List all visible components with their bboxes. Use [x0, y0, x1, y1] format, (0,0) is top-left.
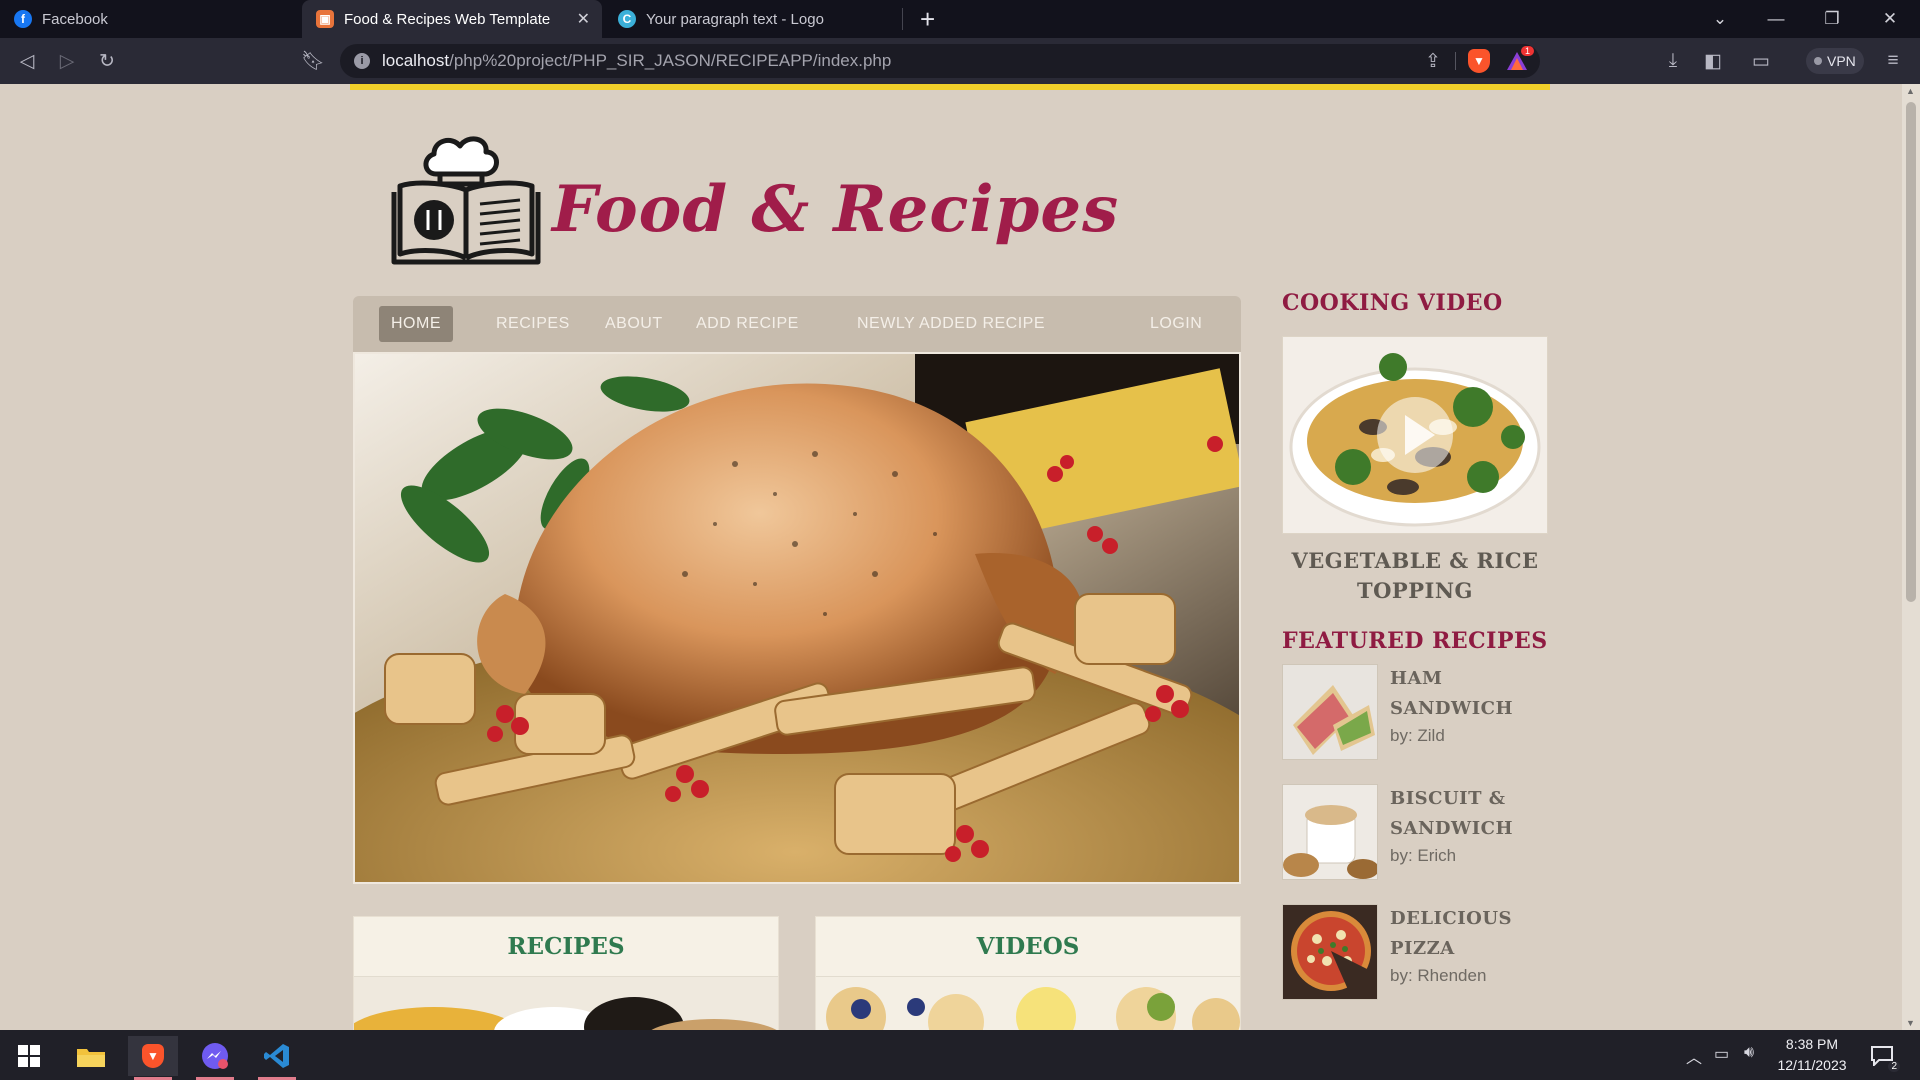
- biscuit-sandwich-image[interactable]: [1282, 784, 1378, 880]
- videos-card-title[interactable]: VIDEOS: [816, 917, 1240, 977]
- ham-sandwich-image[interactable]: [1282, 664, 1378, 760]
- main-nav: HOME RECIPES ABOUT ADD RECIPE NEWLY ADDE…: [353, 296, 1241, 352]
- scrollbar-thumb[interactable]: [1906, 102, 1916, 602]
- clock-date: 12/11/2023: [1777, 1057, 1847, 1073]
- tab-food-recipes[interactable]: ▣ Food & Recipes Web Template ✕: [302, 0, 602, 38]
- brave-shields-icon[interactable]: ▼: [1468, 49, 1490, 73]
- reload-icon[interactable]: ↻: [94, 48, 120, 74]
- notification-center-icon[interactable]: 2: [1862, 1036, 1902, 1076]
- new-tab-icon[interactable]: +: [920, 4, 935, 35]
- windows-taskbar: ▼ ︿ ▭ 🔊︎ 8:38 PM 12/11/2023 2: [0, 1030, 1920, 1080]
- featured-recipe-name[interactable]: DELICIOUS PIZZA: [1390, 904, 1550, 964]
- recipes-card[interactable]: RECIPES: [346, 916, 779, 1030]
- brave-rewards-icon[interactable]: 1: [1506, 46, 1534, 72]
- vpn-status-icon: [1814, 57, 1822, 65]
- close-tab-icon[interactable]: ✕: [577, 9, 590, 29]
- urlbar-divider: [1455, 52, 1456, 70]
- brave-lion-icon: ▼: [142, 1044, 164, 1068]
- hero-roast-turkey-image: [353, 352, 1241, 884]
- recipes-card-title[interactable]: RECIPES: [354, 917, 778, 977]
- nav-about[interactable]: ABOUT: [593, 306, 675, 342]
- windows-start-icon[interactable]: [4, 1036, 54, 1076]
- featured-recipe-author: by: Rhenden: [1390, 966, 1487, 985]
- nav-add-recipe[interactable]: ADD RECIPE: [684, 306, 811, 342]
- url-host: localhost: [382, 51, 450, 70]
- nav-home[interactable]: HOME: [379, 306, 453, 342]
- chef-book-logo-icon[interactable]: [388, 128, 548, 268]
- recipes-card-image: [346, 977, 778, 1030]
- facebook-icon: f: [14, 10, 32, 28]
- address-bar[interactable]: i localhost/php%20project/PHP_SIR_JASON/…: [340, 44, 1540, 78]
- browser-tab-bar: f Facebook ▣ Food & Recipes Web Template…: [0, 0, 1920, 38]
- videos-card[interactable]: VIDEOS: [815, 916, 1241, 1030]
- nav-login[interactable]: LOGIN: [1138, 306, 1214, 342]
- featured-recipe-item[interactable]: BISCUIT & SANDWICH by: Erich: [1282, 784, 1552, 884]
- scroll-down-icon[interactable]: ▼: [1906, 1018, 1915, 1028]
- cooking-video-title[interactable]: VEGETABLE & RICE TOPPING: [1282, 546, 1548, 606]
- tab-canva-logo[interactable]: C Your paragraph text - Logo: [604, 0, 904, 38]
- notification-count: 2: [1888, 1061, 1900, 1072]
- minimize-icon[interactable]: —: [1748, 0, 1804, 38]
- file-explorer-icon[interactable]: [66, 1036, 116, 1076]
- rewards-badge: 1: [1520, 46, 1534, 56]
- top-accent-strip: [350, 84, 1550, 90]
- delicious-pizza-image[interactable]: [1282, 904, 1378, 1000]
- downloads-icon[interactable]: ⤓: [1660, 48, 1686, 74]
- featured-recipe-name[interactable]: BISCUIT & SANDWICH: [1390, 784, 1550, 844]
- page-viewport: Food & Recipes HOME RECIPES ABOUT ADD RE…: [0, 84, 1920, 1030]
- system-clock[interactable]: 8:38 PM 12/11/2023: [1772, 1034, 1852, 1076]
- tab-label: Food & Recipes Web Template: [344, 10, 551, 28]
- battery-icon[interactable]: ▭: [1714, 1044, 1729, 1064]
- scroll-up-icon[interactable]: ▲: [1906, 86, 1915, 96]
- cooking-video-thumbnail[interactable]: [1282, 336, 1548, 534]
- sidebar-toggle-icon[interactable]: ◧: [1700, 48, 1726, 74]
- bookmark-icon[interactable]: 🔖︎: [300, 48, 326, 74]
- page-scrollbar[interactable]: ▲ ▼: [1902, 84, 1920, 1030]
- featured-recipe-author: by: Zild: [1390, 726, 1445, 745]
- browser-toolbar: ◁ ▷ ↻ 🔖︎ i localhost/php%20project/PHP_S…: [0, 38, 1920, 84]
- template-icon: ▣: [316, 10, 334, 28]
- menu-icon[interactable]: ≡: [1880, 48, 1906, 74]
- tab-divider: [902, 8, 903, 30]
- share-icon[interactable]: ⇪: [1420, 48, 1446, 74]
- site-info-icon[interactable]: i: [354, 53, 370, 69]
- featured-recipes-heading: FEATURED RECIPES: [1282, 628, 1548, 654]
- forward-icon[interactable]: ▷: [54, 48, 80, 74]
- tab-label: Facebook: [42, 10, 108, 28]
- featured-recipe-author: by: Erich: [1390, 846, 1457, 865]
- address-url: localhost/php%20project/PHP_SIR_JASON/RE…: [382, 51, 891, 71]
- nav-recipes[interactable]: RECIPES: [484, 306, 582, 342]
- tab-label: Your paragraph text - Logo: [646, 10, 824, 28]
- messenger-icon[interactable]: [190, 1036, 240, 1080]
- restore-icon[interactable]: ❐: [1804, 0, 1860, 38]
- tab-facebook[interactable]: f Facebook: [0, 0, 300, 38]
- featured-recipe-item[interactable]: HAM SANDWICH by: Zild: [1282, 664, 1552, 764]
- url-path: /php%20project/PHP_SIR_JASON/RECIPEAPP/i…: [449, 51, 892, 70]
- brand-title[interactable]: Food & Recipes: [552, 172, 1119, 247]
- featured-recipe-item[interactable]: DELICIOUS PIZZA by: Rhenden: [1282, 904, 1552, 1004]
- nav-newly-added-recipe[interactable]: NEWLY ADDED RECIPE: [845, 306, 1057, 342]
- show-hidden-icons-icon[interactable]: ︿: [1686, 1044, 1702, 1068]
- videos-card-image: [816, 977, 1240, 1030]
- tab-search-chevron-icon[interactable]: ⌄: [1692, 0, 1748, 38]
- volume-icon[interactable]: 🔊︎: [1744, 1044, 1754, 1062]
- featured-recipe-name[interactable]: HAM SANDWICH: [1390, 664, 1550, 724]
- vpn-label: VPN: [1827, 53, 1856, 69]
- vpn-button[interactable]: VPN: [1806, 48, 1864, 74]
- close-window-icon[interactable]: ✕: [1862, 0, 1918, 38]
- clock-time: 8:38 PM: [1785, 1036, 1839, 1052]
- brave-browser-icon[interactable]: ▼: [128, 1036, 178, 1080]
- cooking-video-heading: COOKING VIDEO: [1282, 290, 1503, 316]
- vscode-icon[interactable]: [252, 1036, 302, 1080]
- back-icon[interactable]: ◁: [14, 48, 40, 74]
- canva-icon: C: [618, 10, 636, 28]
- wallet-icon[interactable]: ▭: [1748, 48, 1774, 74]
